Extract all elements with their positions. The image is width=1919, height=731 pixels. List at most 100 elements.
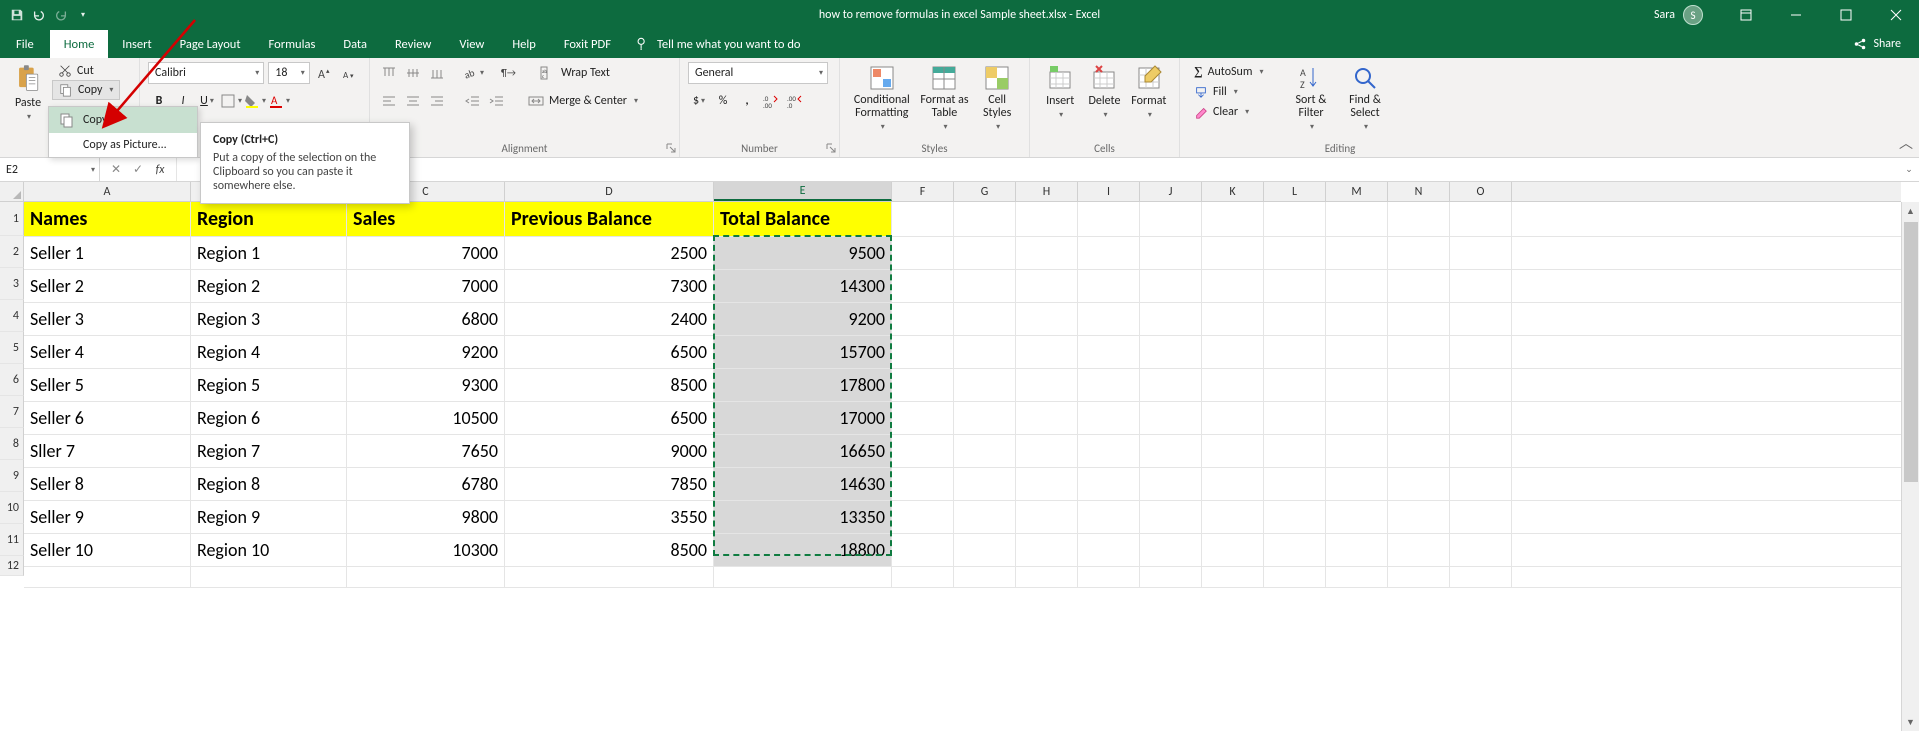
cell-G6[interactable] — [954, 369, 1016, 401]
name-box[interactable]: E2▾ — [0, 158, 100, 181]
column-header-I[interactable]: I — [1078, 182, 1140, 201]
maximize-button[interactable] — [1823, 0, 1869, 30]
fill-color-icon[interactable]: ▾ — [244, 90, 266, 112]
cell-D5[interactable]: 6500 — [505, 336, 714, 368]
tab-foxit-pdf[interactable]: Foxit PDF — [550, 30, 625, 58]
paste-button[interactable]: Paste ▾ — [8, 62, 48, 140]
wrap-text-button[interactable]: abc Wrap Text — [534, 62, 616, 84]
clear-button[interactable]: Clear▾ — [1188, 103, 1284, 121]
cell-styles-button[interactable]: Cell Styles▾ — [973, 62, 1021, 140]
number-dialog-launcher[interactable] — [826, 143, 836, 153]
align-right-icon[interactable] — [426, 90, 448, 112]
percent-icon[interactable]: % — [712, 90, 734, 112]
column-header-G[interactable]: G — [954, 182, 1016, 201]
cell-M5[interactable] — [1326, 336, 1388, 368]
cell-H10[interactable] — [1016, 501, 1078, 533]
cell-I9[interactable] — [1078, 468, 1140, 500]
copy-menuitem[interactable]: Copy — [49, 107, 197, 133]
cell-D7[interactable]: 6500 — [505, 402, 714, 434]
cell-D10[interactable]: 3550 — [505, 501, 714, 533]
cell-B2[interactable]: Region 1 — [191, 237, 347, 269]
cell-J9[interactable] — [1140, 468, 1202, 500]
cell-L11[interactable] — [1264, 534, 1326, 566]
cell-O4[interactable] — [1450, 303, 1512, 335]
cell-G5[interactable] — [954, 336, 1016, 368]
qat-customize-icon[interactable]: ▾ — [76, 8, 90, 22]
cell-N11[interactable] — [1388, 534, 1450, 566]
cell-N5[interactable] — [1388, 336, 1450, 368]
cell-M3[interactable] — [1326, 270, 1388, 302]
cut-button[interactable]: Cut — [52, 62, 120, 80]
enter-entry-icon[interactable]: ✓ — [128, 160, 148, 180]
cell-O1[interactable] — [1450, 202, 1512, 236]
cell-G1[interactable] — [954, 202, 1016, 236]
cell-E5[interactable]: 15700 — [714, 336, 892, 368]
cell-J5[interactable] — [1140, 336, 1202, 368]
cell-B4[interactable]: Region 3 — [191, 303, 347, 335]
cell-K11[interactable] — [1202, 534, 1264, 566]
border-icon[interactable]: ▾ — [220, 90, 242, 112]
tab-home[interactable]: Home — [50, 30, 109, 58]
column-header-L[interactable]: L — [1264, 182, 1326, 201]
cell-N10[interactable] — [1388, 501, 1450, 533]
cell-O5[interactable] — [1450, 336, 1512, 368]
cell-L7[interactable] — [1264, 402, 1326, 434]
cell-E9[interactable]: 14630 — [714, 468, 892, 500]
scroll-thumb[interactable] — [1904, 222, 1918, 482]
cell-F1[interactable] — [892, 202, 954, 236]
ribbon-display-options-button[interactable] — [1723, 0, 1769, 30]
cell-F11[interactable] — [892, 534, 954, 566]
cell-D12[interactable] — [505, 567, 714, 587]
cell-A3[interactable]: Seller 2 — [24, 270, 191, 302]
row-header-7[interactable]: 7 — [0, 396, 24, 428]
increase-font-icon[interactable]: A▴ — [314, 62, 336, 84]
cell-L10[interactable] — [1264, 501, 1326, 533]
format-as-table-button[interactable]: Format as Table▾ — [916, 62, 974, 140]
cell-D6[interactable]: 8500 — [505, 369, 714, 401]
cell-L5[interactable] — [1264, 336, 1326, 368]
cell-J10[interactable] — [1140, 501, 1202, 533]
cell-K8[interactable] — [1202, 435, 1264, 467]
cell-K6[interactable] — [1202, 369, 1264, 401]
row-header-4[interactable]: 4 — [0, 300, 24, 332]
tab-review[interactable]: Review — [381, 30, 445, 58]
cell-E11[interactable]: 18800 — [714, 534, 892, 566]
cell-G11[interactable] — [954, 534, 1016, 566]
row-header-2[interactable]: 2 — [0, 236, 24, 268]
user-name[interactable]: Sara — [1654, 8, 1675, 22]
cell-A1[interactable]: Names — [24, 202, 191, 236]
cell-L6[interactable] — [1264, 369, 1326, 401]
share-button[interactable]: Share — [1835, 30, 1919, 58]
cell-J6[interactable] — [1140, 369, 1202, 401]
cell-J11[interactable] — [1140, 534, 1202, 566]
cell-D11[interactable]: 8500 — [505, 534, 714, 566]
insert-cells-button[interactable]: Insert▾ — [1038, 62, 1082, 140]
cell-J4[interactable] — [1140, 303, 1202, 335]
column-header-H[interactable]: H — [1016, 182, 1078, 201]
cell-G3[interactable] — [954, 270, 1016, 302]
row-header-6[interactable]: 6 — [0, 364, 24, 396]
cell-C7[interactable]: 10500 — [347, 402, 505, 434]
tab-help[interactable]: Help — [498, 30, 549, 58]
cell-N7[interactable] — [1388, 402, 1450, 434]
cell-M10[interactable] — [1326, 501, 1388, 533]
cell-O10[interactable] — [1450, 501, 1512, 533]
cell-H12[interactable] — [1016, 567, 1078, 587]
cell-I7[interactable] — [1078, 402, 1140, 434]
cell-B8[interactable]: Region 7 — [191, 435, 347, 467]
number-format-combo[interactable]: General▾ — [688, 62, 828, 84]
cell-D2[interactable]: 2500 — [505, 237, 714, 269]
cancel-entry-icon[interactable]: ✕ — [106, 160, 126, 180]
close-button[interactable] — [1873, 0, 1919, 30]
cell-G10[interactable] — [954, 501, 1016, 533]
undo-icon[interactable] — [32, 8, 46, 22]
cell-N9[interactable] — [1388, 468, 1450, 500]
cell-A6[interactable]: Seller 5 — [24, 369, 191, 401]
save-icon[interactable] — [10, 8, 24, 22]
cell-A7[interactable]: Seller 6 — [24, 402, 191, 434]
column-header-A[interactable]: A — [24, 182, 191, 201]
cell-E3[interactable]: 14300 — [714, 270, 892, 302]
cell-A8[interactable]: Sller 7 — [24, 435, 191, 467]
cell-A5[interactable]: Seller 4 — [24, 336, 191, 368]
cell-I6[interactable] — [1078, 369, 1140, 401]
